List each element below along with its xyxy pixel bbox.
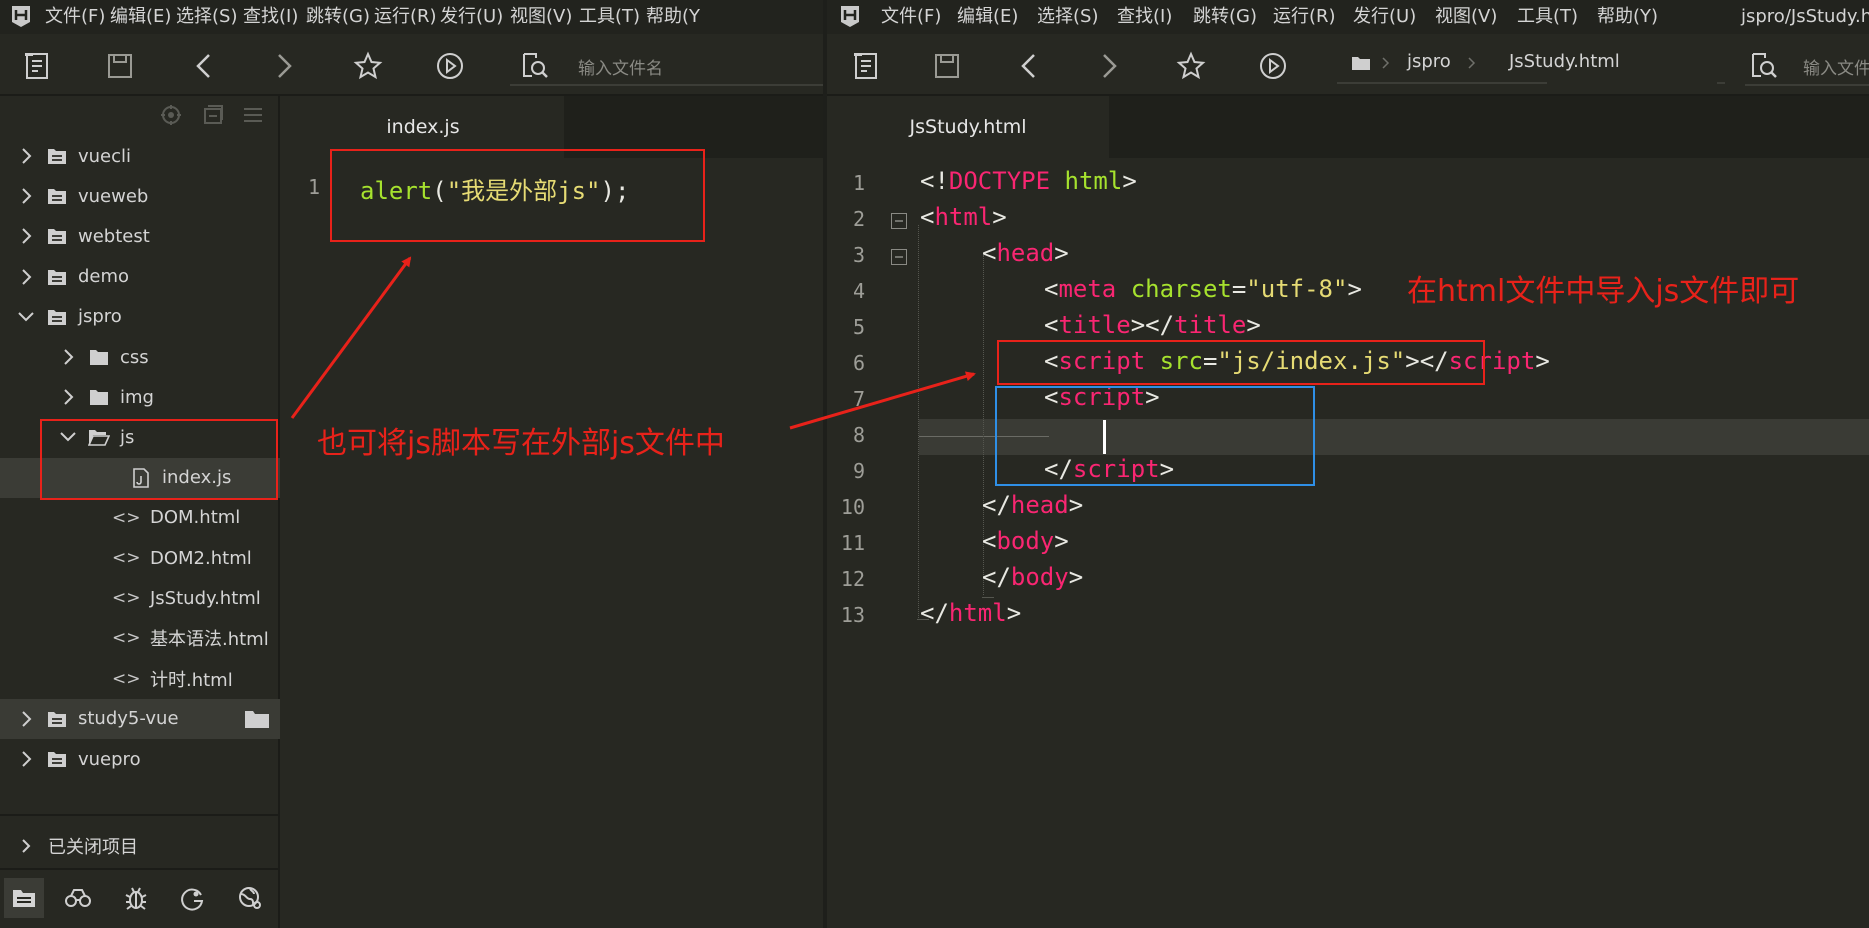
arrow-to-script-src [789, 371, 976, 430]
annotation-arrows [290, 256, 976, 430]
arrow-to-alert [290, 256, 412, 419]
